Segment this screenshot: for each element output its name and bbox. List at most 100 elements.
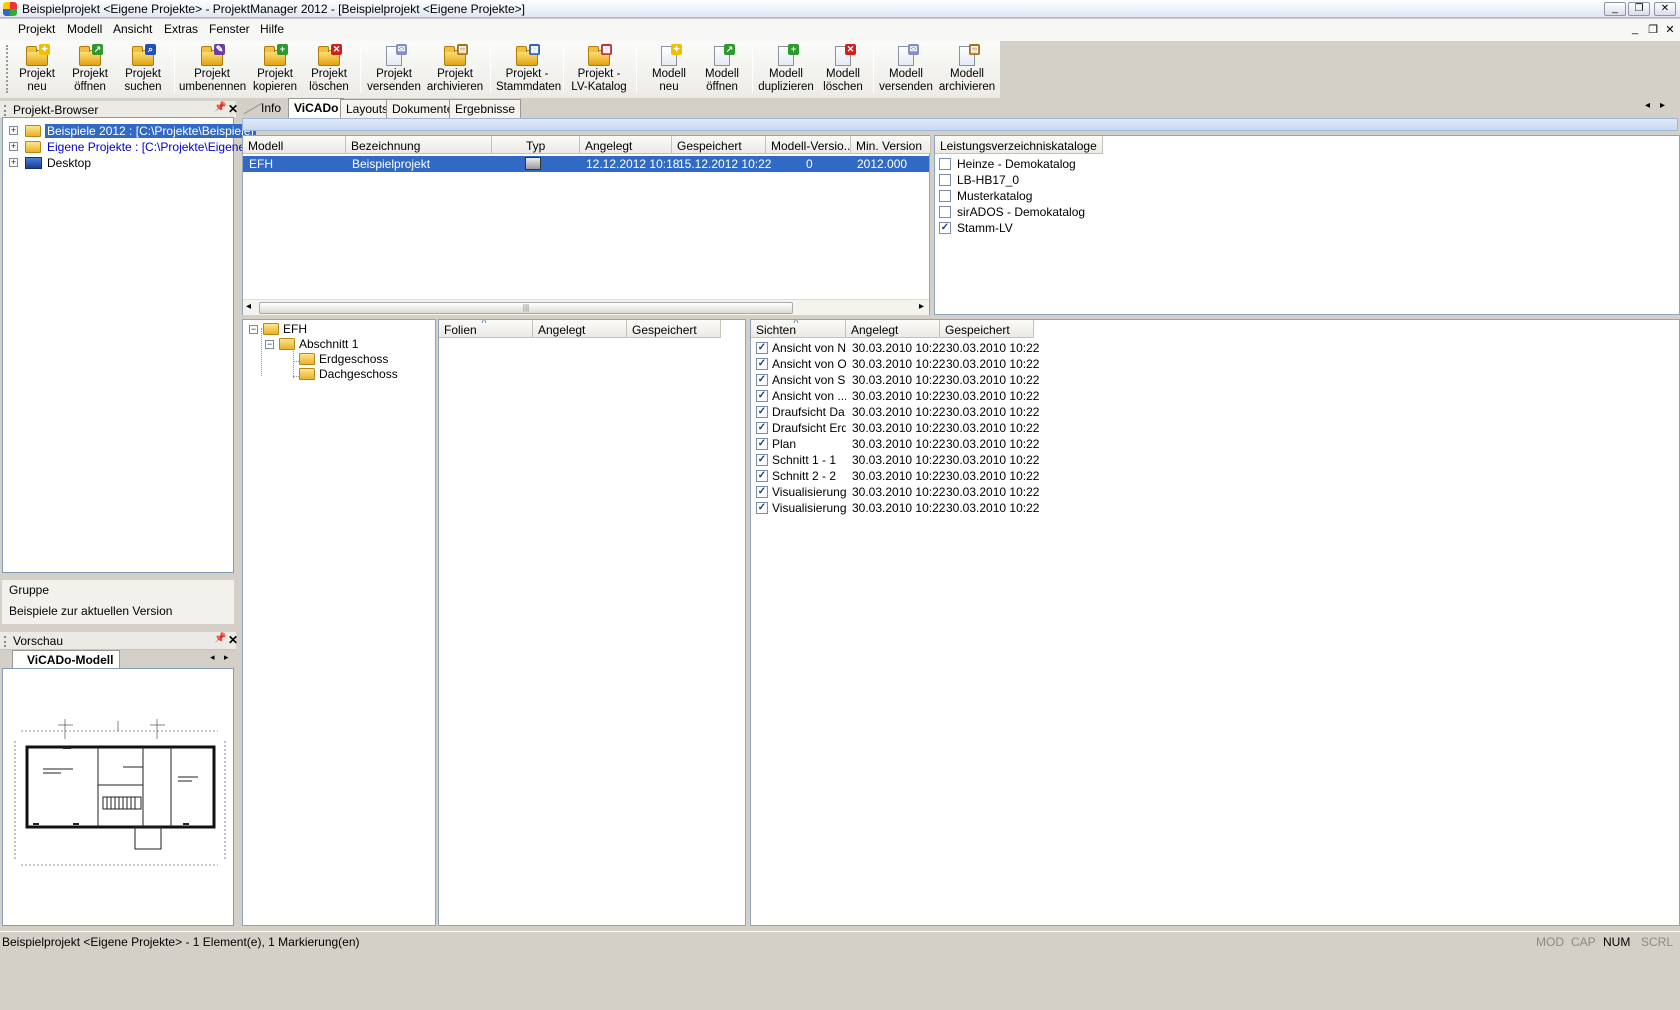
view-checkbox[interactable]: ✓ xyxy=(756,438,768,450)
column-header-gespeichert[interactable]: Gespeichert xyxy=(627,320,721,338)
table-row[interactable]: ✓ Schnitt 2 - 2 30.03.2010 10:22 30.03.2… xyxy=(751,468,1051,484)
column-header-folien[interactable]: Folien ˄ xyxy=(439,320,533,338)
tab-info[interactable]: Info xyxy=(256,99,286,118)
table-row[interactable]: ✓ Ansicht von O... 30.03.2010 10:22 30.0… xyxy=(751,356,1051,372)
tree-node-label[interactable]: Eigene Projekte : [C:\Projekte\Eigene] xyxy=(47,140,248,154)
close-icon[interactable]: ✕ xyxy=(228,102,238,116)
list-item[interactable]: Musterkatalog xyxy=(935,188,1335,204)
catalog-checkbox-checked[interactable]: ✓ xyxy=(939,222,951,234)
column-header-bezeichnung[interactable]: Bezeichnung xyxy=(346,136,492,154)
column-header-typ[interactable]: Typ xyxy=(492,136,580,154)
model-delete-button[interactable]: ✕ Modell löschen xyxy=(818,44,868,96)
menu-extras[interactable]: Extras xyxy=(164,22,198,36)
scroll-thumb[interactable]: ||| xyxy=(259,302,793,314)
expand-icon[interactable]: + xyxy=(9,158,18,167)
tab-vicado-modell[interactable]: ViCADo-Modell xyxy=(12,650,121,670)
table-row[interactable]: EFH Beispielprojekt 12.12.2012 10:18 15.… xyxy=(243,156,929,172)
tree-node-label[interactable]: Beispiele 2012 : [C:\Projekte\Beispiele] xyxy=(45,124,256,138)
pin-icon[interactable]: 📌 xyxy=(214,102,226,113)
horizontal-scrollbar[interactable]: ◂ ||| ▸ xyxy=(243,299,929,315)
pin-icon[interactable]: 📌 xyxy=(214,633,226,644)
project-archive-button[interactable]: ▤ Projekt archivieren xyxy=(426,44,484,96)
tabs-scroll-right-icon[interactable]: ▸ xyxy=(1660,100,1665,111)
project-search-button[interactable]: ⌕ Projekt suchen xyxy=(118,44,168,96)
tab-scroll-left-icon[interactable]: ◂ xyxy=(210,652,215,663)
menu-projekt[interactable]: Projekt xyxy=(18,22,55,36)
column-header-gespeichert[interactable]: Gespeichert xyxy=(672,136,766,154)
project-copy-button[interactable]: + Projekt kopieren xyxy=(250,44,300,96)
model-open-button[interactable]: ↗ Modell öffnen xyxy=(697,44,747,96)
app-icon[interactable] xyxy=(3,2,17,16)
column-header-sichten[interactable]: Sichten ˄ xyxy=(751,320,846,338)
catalog-checkbox[interactable] xyxy=(939,190,951,202)
project-send-button[interactable]: ✉ Projekt versenden xyxy=(366,44,422,96)
table-row[interactable]: ✓ Visualisierung... 30.03.2010 10:22 30.… xyxy=(751,500,1051,516)
menu-ansicht[interactable]: Ansicht xyxy=(113,22,152,36)
table-row[interactable]: ✓ Draufsicht Erd... 30.03.2010 10:22 30.… xyxy=(751,420,1051,436)
collapse-icon[interactable]: − xyxy=(249,325,258,334)
catalog-checkbox[interactable] xyxy=(939,158,951,170)
view-checkbox[interactable]: ✓ xyxy=(756,342,768,354)
menu-fenster[interactable]: Fenster xyxy=(209,22,250,36)
view-checkbox[interactable]: ✓ xyxy=(756,486,768,498)
catalog-checkbox[interactable] xyxy=(939,206,951,218)
column-header-angelegt[interactable]: Angelegt xyxy=(533,320,627,338)
table-row[interactable]: ✓ Draufsicht Da... 30.03.2010 10:22 30.0… xyxy=(751,404,1051,420)
model-new-button[interactable]: ✦ Modell neu xyxy=(644,44,694,96)
column-header-catalogs[interactable]: Leistungsverzeichniskataloge xyxy=(935,136,1103,154)
table-row[interactable]: ✓ Plan 30.03.2010 10:22 30.03.2010 10:22 xyxy=(751,436,1051,452)
view-checkbox[interactable]: ✓ xyxy=(756,390,768,402)
project-lv-catalog-button[interactable]: ▦ Projekt - LV-Katalog xyxy=(568,44,630,96)
restore-button[interactable]: ❐ xyxy=(1628,2,1650,16)
model-send-button[interactable]: ✉ Modell versenden xyxy=(878,44,934,96)
list-item[interactable]: ✓ Stamm-LV xyxy=(935,220,1335,236)
column-header-min-version[interactable]: Min. Version xyxy=(851,136,931,154)
tree-node-label[interactable]: Desktop xyxy=(47,156,91,170)
table-row[interactable]: ✓ Ansicht von ... 30.03.2010 10:22 30.03… xyxy=(751,388,1051,404)
project-delete-button[interactable]: ✕ Projekt löschen xyxy=(304,44,354,96)
minimize-button[interactable]: _ xyxy=(1604,2,1626,16)
scroll-right-arrow-icon[interactable]: ▸ xyxy=(919,301,924,312)
project-rename-button[interactable]: ✎ Projekt umbenennen xyxy=(179,44,246,96)
close-icon[interactable]: ✕ xyxy=(228,633,238,647)
list-item[interactable]: Heinze - Demokatalog xyxy=(935,156,1335,172)
list-item[interactable]: LB-HB17_0 xyxy=(935,172,1335,188)
column-header-modell[interactable]: Modell xyxy=(243,136,346,154)
column-header-angelegt[interactable]: Angelegt xyxy=(846,320,940,338)
project-open-button[interactable]: ↗ Projekt öffnen xyxy=(65,44,115,96)
view-checkbox[interactable]: ✓ xyxy=(756,374,768,386)
view-checkbox[interactable]: ✓ xyxy=(756,358,768,370)
view-checkbox[interactable]: ✓ xyxy=(756,470,768,482)
catalog-checkbox[interactable] xyxy=(939,174,951,186)
column-header-gespeichert[interactable]: Gespeichert xyxy=(940,320,1034,338)
expand-icon[interactable]: + xyxy=(9,126,18,135)
tab-scroll-right-icon[interactable]: ▸ xyxy=(224,652,229,663)
table-row[interactable]: ✓ Ansicht von N... 30.03.2010 10:22 30.0… xyxy=(751,340,1051,356)
view-checkbox[interactable]: ✓ xyxy=(756,502,768,514)
column-header-modell-version[interactable]: Modell-Versio... xyxy=(766,136,851,154)
model-archive-button[interactable]: ▤ Modell archivieren xyxy=(938,44,996,96)
view-checkbox[interactable]: ✓ xyxy=(756,406,768,418)
expand-icon[interactable]: + xyxy=(9,142,18,151)
table-row[interactable]: ✓ Schnitt 1 - 1 30.03.2010 10:22 30.03.2… xyxy=(751,452,1051,468)
tab-ergebnisse[interactable]: Ergebnisse xyxy=(449,99,522,118)
mdi-minimize-button[interactable]: _ xyxy=(1628,23,1642,35)
table-row[interactable]: ✓ Visualisierung... 30.03.2010 10:22 30.… xyxy=(751,484,1051,500)
close-button[interactable]: ✕ xyxy=(1654,2,1676,16)
project-masterdata-button[interactable]: ▦ Projekt - Stammdaten xyxy=(496,44,561,96)
view-checkbox[interactable]: ✓ xyxy=(756,454,768,466)
project-new-button[interactable]: ✦ Projekt neu xyxy=(12,44,62,96)
table-row[interactable]: ✓ Ansicht von S... 30.03.2010 10:22 30.0… xyxy=(751,372,1051,388)
toolbar-grip[interactable] xyxy=(6,45,9,93)
mdi-close-button[interactable]: ✕ xyxy=(1663,23,1677,36)
mdi-restore-button[interactable]: ❐ xyxy=(1646,23,1660,36)
list-item[interactable]: sirADOS - Demokatalog xyxy=(935,204,1335,220)
model-duplicate-button[interactable]: + Modell duplizieren xyxy=(756,44,816,96)
tabs-scroll-left-icon[interactable]: ◂ xyxy=(1645,100,1650,111)
tab-vicado[interactable]: ViCADo xyxy=(288,98,345,118)
view-checkbox[interactable]: ✓ xyxy=(756,422,768,434)
menu-hilfe[interactable]: Hilfe xyxy=(260,22,284,36)
column-header-angelegt[interactable]: Angelegt xyxy=(580,136,672,154)
scroll-left-arrow-icon[interactable]: ◂ xyxy=(246,301,251,312)
collapse-icon[interactable]: − xyxy=(265,340,274,349)
